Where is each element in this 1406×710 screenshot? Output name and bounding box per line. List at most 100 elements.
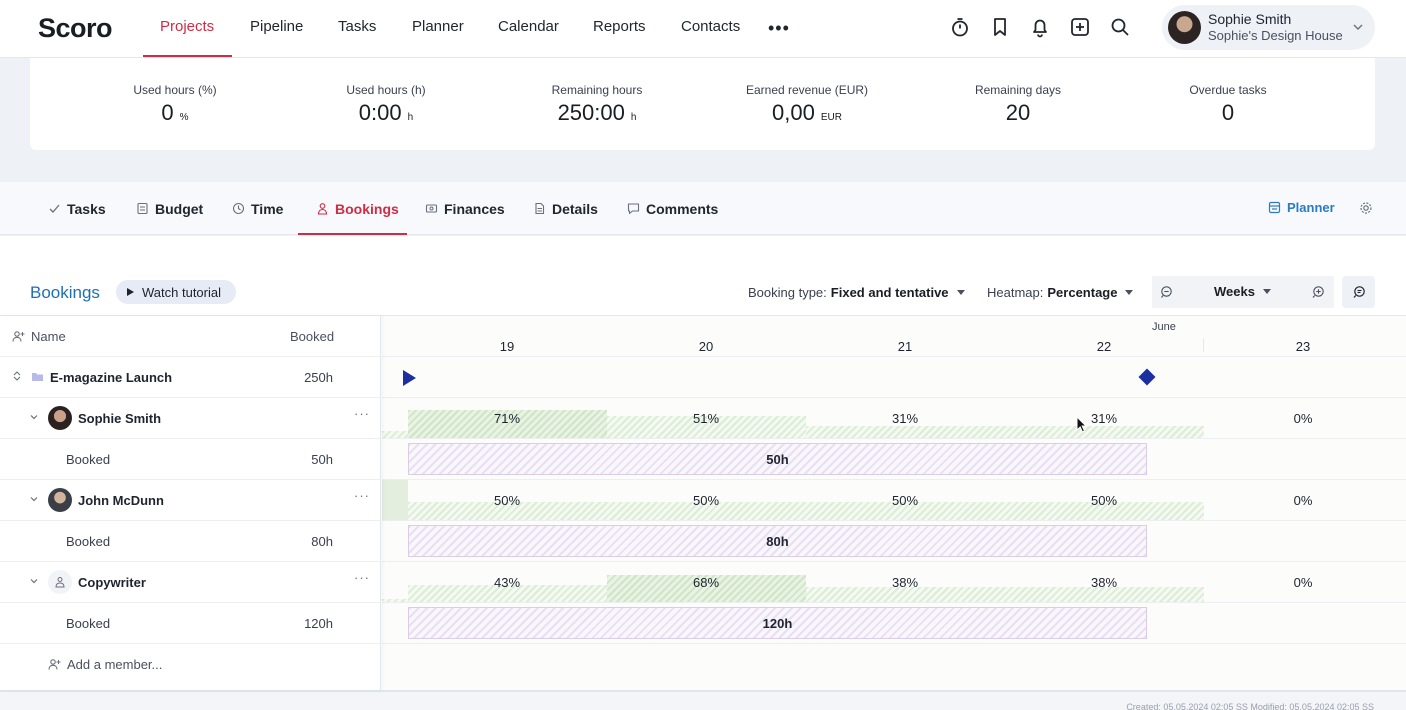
- row-more-button[interactable]: ···: [354, 488, 370, 503]
- expand-collapse-icon[interactable]: [12, 371, 22, 381]
- project-start-marker[interactable]: [403, 370, 416, 386]
- project-stats-card: Used hours (%) 0% Used hours (h) 0:00 h R…: [30, 58, 1375, 150]
- search-icon[interactable]: [1109, 16, 1131, 38]
- heatmap-row[interactable]: 50% 50% 50% 50% 0%: [382, 479, 1406, 521]
- add-member-label: Add a member...: [67, 657, 163, 672]
- row-more-button[interactable]: ···: [354, 406, 370, 421]
- tab-label: Comments: [646, 200, 719, 217]
- nav-pipeline[interactable]: Pipeline: [250, 0, 303, 57]
- user-menu[interactable]: Sophie Smith Sophie's Design House: [1162, 5, 1375, 50]
- tab-label: Time: [251, 200, 284, 217]
- month-divider: [1203, 338, 1204, 352]
- heat-percent: 68%: [692, 575, 720, 590]
- tab-label: Bookings: [335, 200, 399, 217]
- column-header-booked[interactable]: Booked: [290, 329, 334, 344]
- stat-remaining-days: Remaining days 20: [918, 83, 1118, 126]
- gear-icon[interactable]: [1359, 201, 1373, 215]
- plus-square-icon[interactable]: [1069, 16, 1091, 38]
- stopwatch-icon[interactable]: [949, 16, 971, 38]
- finances-icon: [425, 204, 438, 213]
- tab-label: Finances: [444, 200, 505, 217]
- booking-type-dropdown[interactable]: Booking type: Fixed and tentative: [748, 276, 965, 308]
- heat-percent: 31%: [891, 411, 919, 426]
- member-row[interactable]: Copywriter ···: [0, 561, 381, 602]
- chevron-down-icon[interactable]: [29, 412, 39, 422]
- page-footer: Created: 05.05.2024 02:05 SS Modified: 0…: [0, 690, 1406, 710]
- booking-bar[interactable]: 50h: [408, 443, 1147, 475]
- nav-more-button[interactable]: •••: [768, 18, 790, 39]
- heat-percent: 50%: [1090, 493, 1118, 508]
- zoom-in-icon[interactable]: [1311, 285, 1325, 299]
- scoro-logo[interactable]: Scoro: [38, 14, 113, 42]
- project-row[interactable]: E-magazine Launch 250h: [0, 356, 381, 397]
- nav-tasks[interactable]: Tasks: [338, 0, 376, 57]
- stat-value: 0:00 h: [358, 100, 414, 125]
- add-person-icon: [12, 331, 25, 342]
- user-avatar: [1168, 11, 1201, 44]
- planner-icon: [1268, 201, 1281, 214]
- row-more-button[interactable]: ···: [354, 570, 370, 585]
- empty-row: [382, 643, 1406, 690]
- tab-budget[interactable]: Budget: [136, 182, 203, 235]
- heat-percent: 51%: [692, 411, 720, 426]
- play-icon: [127, 288, 134, 296]
- top-navigation: Scoro Projects Pipeline Tasks Planner Ca…: [0, 0, 1406, 58]
- tab-time[interactable]: Time: [232, 182, 283, 235]
- booking-bar[interactable]: 120h: [408, 607, 1147, 639]
- role-avatar: [48, 570, 72, 594]
- comments-toggle-button[interactable]: [1342, 276, 1375, 308]
- tab-tasks[interactable]: Tasks: [48, 182, 106, 235]
- check-icon: [49, 204, 60, 213]
- project-name: E-magazine Launch: [50, 370, 173, 385]
- nav-reports[interactable]: Reports: [593, 0, 646, 57]
- bookmark-icon[interactable]: [989, 16, 1011, 38]
- tab-finances[interactable]: Finances: [425, 182, 505, 235]
- clock-icon: [232, 202, 245, 215]
- member-row[interactable]: Sophie Smith ···: [0, 397, 381, 438]
- member-avatar: [48, 488, 72, 512]
- member-row[interactable]: John McDunn ···: [0, 479, 381, 520]
- stat-overdue-tasks: Overdue tasks 0: [1128, 83, 1328, 126]
- booked-label: Booked: [66, 534, 111, 549]
- booked-row: Booked 120h: [0, 602, 381, 643]
- week-label: 19: [499, 339, 515, 354]
- stat-used-hours-percent: Used hours (%) 0%: [75, 83, 275, 126]
- nav-calendar[interactable]: Calendar: [498, 0, 559, 57]
- timescale-value: Weeks: [1214, 284, 1255, 299]
- nav-projects[interactable]: Projects: [160, 0, 214, 57]
- add-person-icon: [48, 659, 61, 670]
- chevron-down-icon[interactable]: [29, 494, 39, 504]
- stat-used-hours: Used hours (h) 0:00 h: [286, 83, 486, 126]
- column-header-name[interactable]: Name: [12, 329, 66, 344]
- member-avatar: [48, 406, 72, 430]
- watch-tutorial-button[interactable]: Watch tutorial: [116, 280, 236, 304]
- heatmap-dropdown[interactable]: Heatmap: Percentage: [987, 276, 1134, 308]
- booking-row: 120h: [382, 602, 1406, 643]
- tab-comments[interactable]: Comments: [627, 182, 718, 235]
- heat-percent: 0%: [1293, 575, 1313, 590]
- stat-value: 20: [1005, 100, 1031, 125]
- zoom-out-icon[interactable]: [1160, 285, 1174, 299]
- booking-bar[interactable]: 80h: [408, 525, 1147, 557]
- caret-down-icon: [1262, 289, 1271, 294]
- booked-value: 80h: [311, 534, 333, 549]
- project-end-marker[interactable]: [1138, 368, 1156, 386]
- heatmap-row[interactable]: 43% 68% 38% 38% 0%: [382, 561, 1406, 603]
- planner-link[interactable]: Planner: [1268, 200, 1335, 215]
- tab-bookings[interactable]: Bookings: [316, 182, 399, 235]
- heatmap-row[interactable]: 71% 51% 31% 31% 0%: [382, 397, 1406, 439]
- person-icon: [55, 577, 65, 588]
- nav-planner[interactable]: Planner: [412, 0, 464, 57]
- tab-details[interactable]: Details: [533, 182, 598, 235]
- heat-percent: 43%: [493, 575, 521, 590]
- bell-icon[interactable]: [1029, 16, 1051, 38]
- stat-value: 0,00 EUR: [772, 100, 842, 125]
- caret-down-icon: [956, 289, 965, 295]
- nav-contacts[interactable]: Contacts: [681, 0, 740, 57]
- bookings-panel: Bookings Watch tutorial Booking type: Fi…: [0, 236, 1406, 710]
- timescale-dropdown[interactable]: Weeks: [1214, 284, 1271, 299]
- chevron-down-icon[interactable]: [29, 576, 39, 586]
- bookings-timeline: 19 20 21 22 23 71% 51% 31% 31% 0% 50h 50…: [382, 316, 1406, 690]
- stat-earned-revenue: Earned revenue (EUR) 0,00 EUR: [707, 83, 907, 126]
- add-member-button[interactable]: Add a member...: [48, 657, 162, 672]
